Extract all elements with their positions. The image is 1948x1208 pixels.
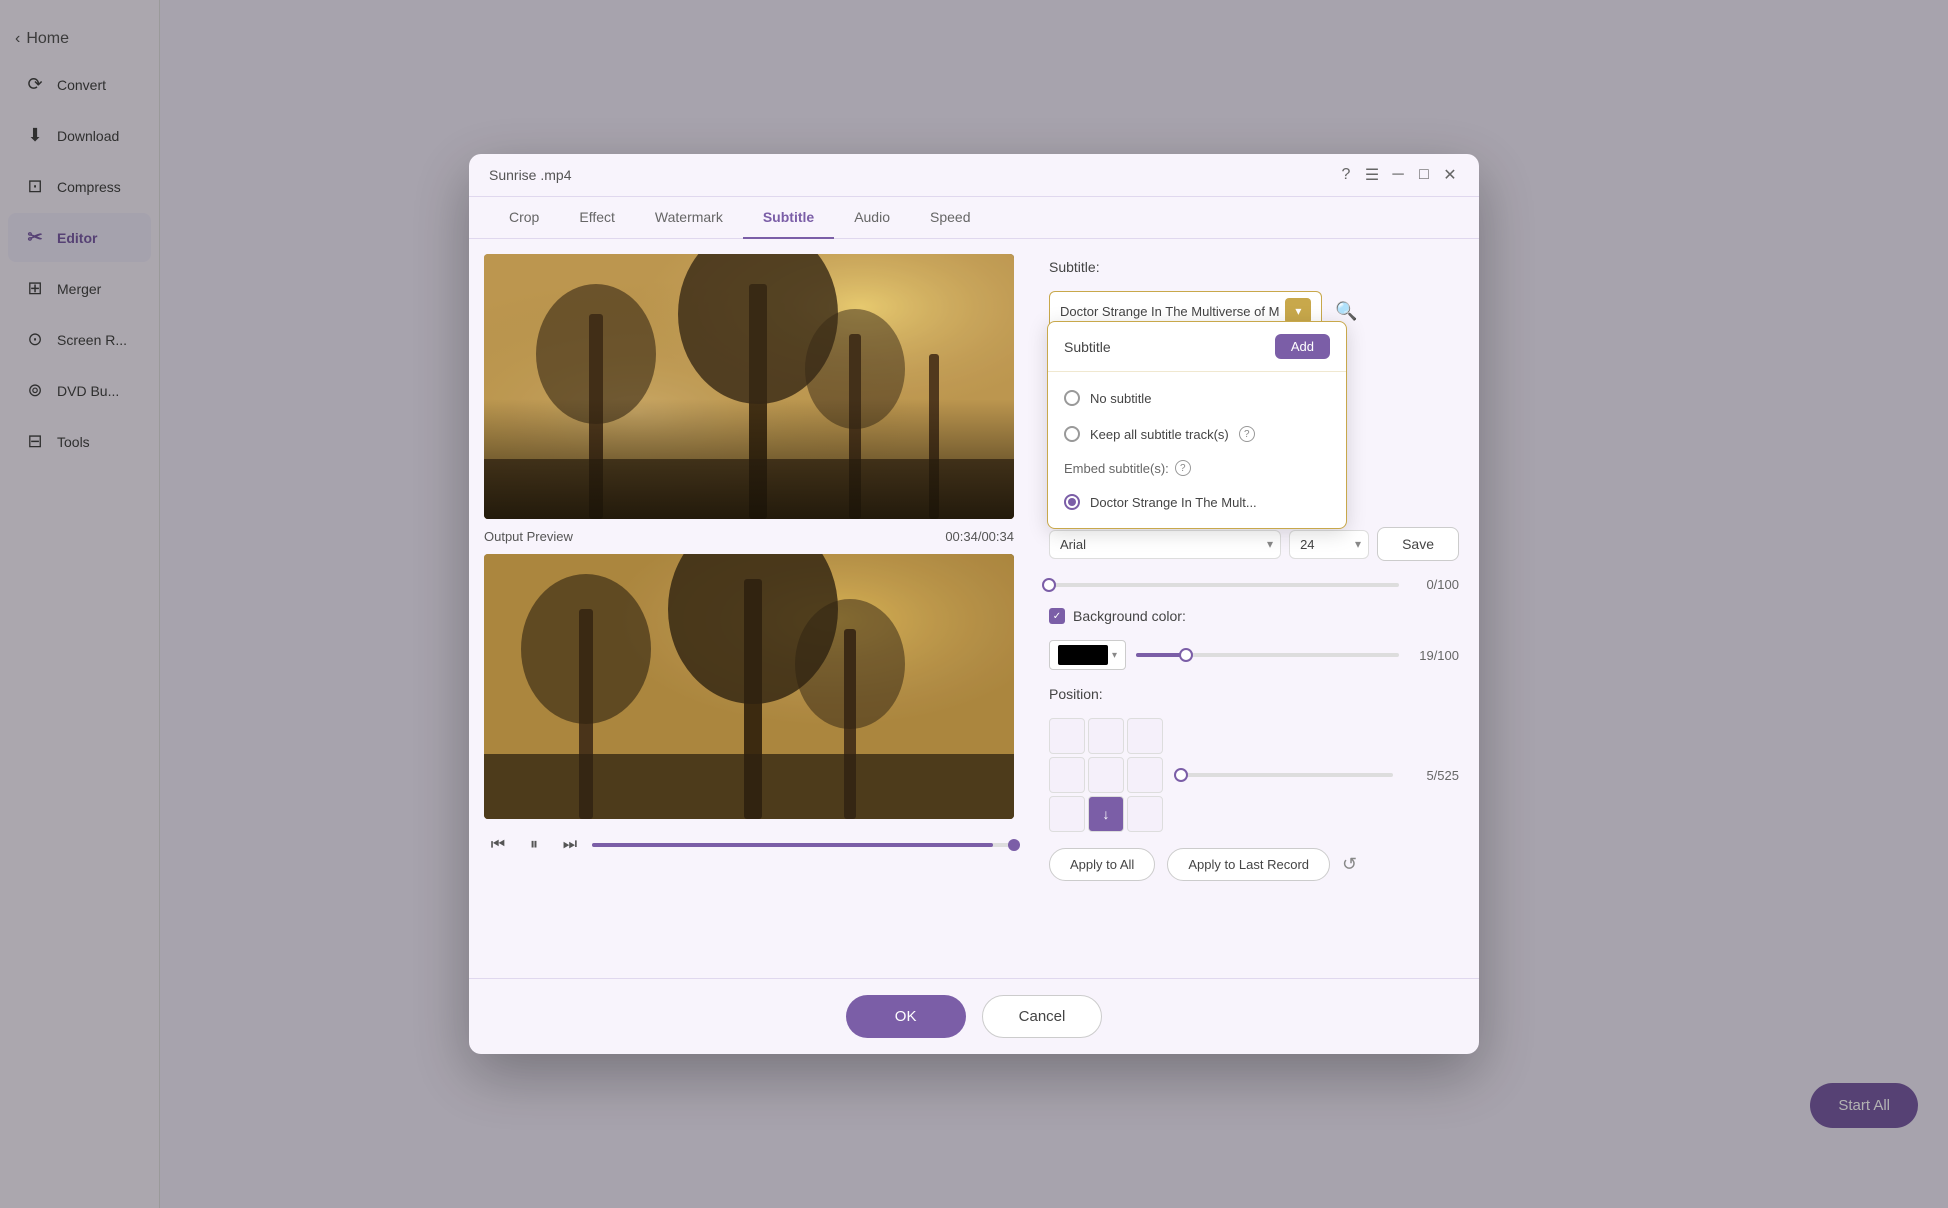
video-timestamp: 00:34/00:34: [945, 529, 1014, 544]
pos-cell-mid-center[interactable]: [1088, 757, 1124, 793]
modal-settings-button[interactable]: ☰: [1363, 166, 1381, 184]
font-size-select[interactable]: 24: [1289, 530, 1369, 559]
modal-titlebar: Sunrise .mp4 ? ☰ ─ □ ✕: [469, 154, 1479, 197]
tab-crop[interactable]: Crop: [489, 197, 559, 239]
font-select-wrapper: Arial: [1049, 530, 1281, 559]
opacity-value: 0/100: [1409, 577, 1459, 592]
modal-body: Output Preview 00:34/00:34: [469, 239, 1479, 978]
video-preview-top: [484, 254, 1014, 519]
subtitle-panel-label: Subtitle:: [1049, 259, 1459, 275]
progress-thumb: [1008, 839, 1020, 851]
pause-button[interactable]: ⏸: [520, 831, 548, 859]
ok-button[interactable]: OK: [846, 995, 966, 1038]
opacity-slider-thumb[interactable]: [1042, 578, 1056, 592]
opacity-slider-row: 0/100: [1049, 577, 1459, 592]
font-size-wrapper: 24: [1289, 530, 1369, 559]
progress-fill: [592, 843, 993, 847]
right-panel: Subtitle: Doctor Strange In The Multiver…: [1029, 239, 1479, 978]
tab-speed[interactable]: Speed: [910, 197, 990, 239]
subtitle-select-text: Doctor Strange In The Multiverse of M: [1060, 304, 1279, 319]
progress-bar[interactable]: [592, 843, 1014, 847]
modal-close-button[interactable]: ✕: [1441, 166, 1459, 184]
position-grid: ↓: [1049, 718, 1163, 832]
action-row: Apply to All Apply to Last Record ↺: [1049, 848, 1459, 881]
pos-cell-bot-center[interactable]: ↓: [1088, 796, 1124, 832]
video-controls: ⏮ ⏸ ⏭: [484, 827, 1014, 863]
position-label: Position:: [1049, 686, 1459, 702]
background-color-row: ✓ Background color:: [1049, 608, 1459, 624]
apply-last-button[interactable]: Apply to Last Record: [1167, 848, 1330, 881]
bg-opacity-slider-track[interactable]: [1136, 653, 1399, 657]
no-subtitle-label: No subtitle: [1090, 391, 1151, 406]
position-slider-thumb[interactable]: [1174, 768, 1188, 782]
dropdown-options: No subtitle Keep all subtitle track(s) ?…: [1048, 372, 1346, 528]
color-swatch[interactable]: ▾: [1049, 640, 1126, 670]
font-row: Arial 24 Save: [1049, 527, 1459, 561]
doctor-strange-label: Doctor Strange In The Mult...: [1090, 495, 1257, 510]
color-block: [1058, 645, 1108, 665]
font-select[interactable]: Arial: [1049, 530, 1281, 559]
output-preview-label: Output Preview: [484, 529, 573, 544]
forward-button[interactable]: ⏭: [556, 831, 584, 859]
video-section: Output Preview 00:34/00:34: [469, 239, 1029, 978]
position-row: ↓ 5/525: [1049, 718, 1459, 832]
video-preview-image-top: [484, 254, 1014, 519]
modal-footer: OK Cancel: [469, 978, 1479, 1054]
tabs-bar: Crop Effect Watermark Subtitle Audio Spe…: [469, 197, 1479, 239]
embed-label: Embed subtitle(s):: [1064, 461, 1169, 476]
bg-opacity-value: 19/100: [1409, 648, 1459, 663]
position-slider-track[interactable]: [1179, 773, 1393, 777]
opacity-slider-track[interactable]: [1049, 583, 1399, 587]
tab-subtitle[interactable]: Subtitle: [743, 197, 834, 239]
video-preview-bottom: [484, 554, 1014, 819]
refresh-button[interactable]: ↺: [1342, 854, 1357, 875]
modal-help-button[interactable]: ?: [1337, 166, 1355, 184]
background-color-checkbox[interactable]: ✓: [1049, 608, 1065, 624]
video-output-image: [484, 554, 1014, 819]
color-dropdown-arrow-icon: ▾: [1112, 650, 1117, 661]
color-slider-row: ▾ 19/100: [1049, 640, 1459, 670]
apply-all-button[interactable]: Apply to All: [1049, 848, 1155, 881]
keep-all-label: Keep all subtitle track(s): [1090, 427, 1229, 442]
cancel-button[interactable]: Cancel: [982, 995, 1103, 1038]
tab-effect[interactable]: Effect: [559, 197, 635, 239]
add-subtitle-button[interactable]: Add: [1275, 334, 1330, 359]
position-value: 5/525: [1409, 768, 1459, 783]
subtitle-dropdown-panel: Subtitle Add No subtitle: [1047, 321, 1347, 529]
video-label-row: Output Preview 00:34/00:34: [484, 527, 1014, 546]
modal-minimize-button[interactable]: ─: [1389, 166, 1407, 184]
bg-opacity-slider-thumb[interactable]: [1179, 648, 1193, 662]
down-arrow-icon: ↓: [1103, 806, 1110, 822]
keep-all-help-icon[interactable]: ?: [1239, 426, 1255, 442]
pos-cell-mid-right[interactable]: [1127, 757, 1163, 793]
modal-overlay: Sunrise .mp4 ? ☰ ─ □ ✕ Crop Effect Water…: [0, 0, 1948, 1208]
dropdown-header-label: Subtitle: [1064, 339, 1111, 355]
pos-cell-mid-left[interactable]: [1049, 757, 1085, 793]
dropdown-option-doctor-strange[interactable]: Doctor Strange In The Mult...: [1048, 484, 1346, 520]
embed-help-icon[interactable]: ?: [1175, 460, 1191, 476]
modal-controls: ? ☰ ─ □ ✕: [1337, 166, 1459, 184]
radio-doctor-strange[interactable]: [1064, 494, 1080, 510]
pos-cell-bot-right[interactable]: [1127, 796, 1163, 832]
pos-cell-bot-left[interactable]: [1049, 796, 1085, 832]
modal-maximize-button[interactable]: □: [1415, 166, 1433, 184]
dropdown-option-keep-all[interactable]: Keep all subtitle track(s) ?: [1048, 416, 1346, 452]
dropdown-header: Subtitle Add: [1048, 322, 1346, 372]
background-color-label: Background color:: [1073, 608, 1186, 624]
radio-no-subtitle[interactable]: [1064, 390, 1080, 406]
embed-section-row: Embed subtitle(s): ?: [1048, 452, 1346, 484]
pos-cell-top-center[interactable]: [1088, 718, 1124, 754]
modal-window: Sunrise .mp4 ? ☰ ─ □ ✕ Crop Effect Water…: [469, 154, 1479, 1054]
dropdown-option-no-subtitle[interactable]: No subtitle: [1048, 380, 1346, 416]
pos-cell-top-right[interactable]: [1127, 718, 1163, 754]
tab-watermark[interactable]: Watermark: [635, 197, 743, 239]
rewind-button[interactable]: ⏮: [484, 831, 512, 859]
tab-audio[interactable]: Audio: [834, 197, 910, 239]
modal-title: Sunrise .mp4: [489, 167, 571, 183]
radio-keep-all[interactable]: [1064, 426, 1080, 442]
main-area: Sunrise .mp4 ? ☰ ─ □ ✕ Crop Effect Water…: [160, 0, 1948, 1208]
pos-cell-top-left[interactable]: [1049, 718, 1085, 754]
save-button[interactable]: Save: [1377, 527, 1459, 561]
